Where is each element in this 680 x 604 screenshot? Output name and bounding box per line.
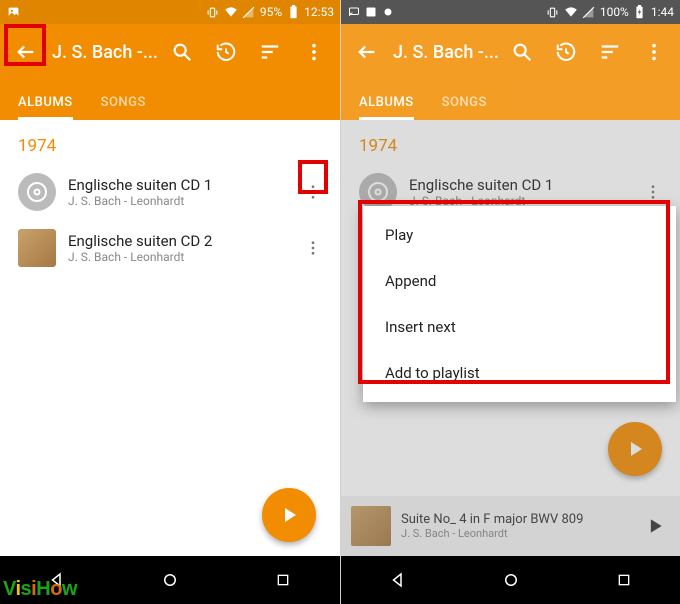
menu-insert-next[interactable]: Insert next [363,304,676,350]
play-fab[interactable] [262,488,316,542]
battery-pct: 100% [600,5,629,19]
album-title: Englische suiten CD 2 [68,232,286,250]
status-bar: 100% 1:44 [341,0,680,24]
tabs: ALBUMS SONGS [0,80,340,120]
sort-button[interactable] [248,30,292,74]
page-title: J. S. Bach -... [48,42,160,63]
gallery-icon [6,5,20,19]
app-bar: J. S. Bach -... [0,24,340,80]
nav-back[interactable] [386,568,410,592]
album-row[interactable]: Englische suiten CD 2 J. S. Bach - Leonh… [0,220,340,276]
back-button[interactable] [4,30,48,74]
tab-songs[interactable]: SONGS [442,95,487,120]
disc-icon [18,173,56,211]
album-more-button[interactable] [298,172,328,212]
overflow-button[interactable] [632,30,676,74]
vibrate-icon [546,5,560,19]
vibrate-icon [206,5,220,19]
clock: 12:53 [304,5,334,19]
clock: 1:44 [651,5,674,19]
status-bar: 95% 12:53 [0,0,340,24]
tabs: ALBUMS SONGS [341,80,680,120]
wifi-icon [564,5,578,19]
nav-recent[interactable] [271,568,295,592]
signal-off-icon [582,5,596,19]
menu-append[interactable]: Append [363,258,676,304]
phone-left: 95% 12:53 J. S. Bach -... ALBUMS SONGS 1… [0,0,340,604]
wifi-icon [224,5,238,19]
back-button[interactable] [345,30,389,74]
nav-home[interactable] [158,568,182,592]
notification-icon [381,5,395,19]
nav-recent[interactable] [612,568,636,592]
history-button[interactable] [544,30,588,74]
menu-play[interactable]: Play [363,212,676,258]
album-row[interactable]: Englische suiten CD 1 J. S. Bach - Leonh… [0,164,340,220]
overflow-button[interactable] [292,30,336,74]
album-list: 1974 Englische suiten CD 1 J. S. Bach - … [341,120,680,556]
menu-add-to-playlist[interactable]: Add to playlist [363,350,676,396]
album-subtitle: J. S. Bach - Leonhardt [68,250,286,264]
tab-albums[interactable]: ALBUMS [18,95,73,120]
app-bar: J. S. Bach -... [341,24,680,80]
tab-songs[interactable]: SONGS [101,95,146,120]
cast-icon [347,5,361,19]
tab-albums[interactable]: ALBUMS [359,95,414,120]
gallery-icon [364,5,378,19]
phone-right: 100% 1:44 J. S. Bach -... ALBUMS SONGS 1… [340,0,680,604]
album-art-icon [18,229,56,267]
album-subtitle: J. S. Bach - Leonhardt [68,194,286,208]
album-title: Englische suiten CD 1 [68,176,286,194]
nav-bar [341,556,680,604]
sort-button[interactable] [588,30,632,74]
history-button[interactable] [204,30,248,74]
signal-off-icon [242,5,256,19]
album-list: 1974 Englische suiten CD 1 J. S. Bach - … [0,120,340,556]
search-button[interactable] [500,30,544,74]
year-header: 1974 [0,120,340,164]
watermark: VisiHow [3,578,77,601]
album-more-button[interactable] [298,228,328,268]
search-button[interactable] [160,30,204,74]
battery-pct: 95% [260,5,282,19]
page-title: J. S. Bach -... [389,42,500,63]
nav-home[interactable] [499,568,523,592]
battery-icon [286,5,300,19]
battery-charging-icon [633,5,647,19]
context-menu: Play Append Insert next Add to playlist [363,206,676,402]
